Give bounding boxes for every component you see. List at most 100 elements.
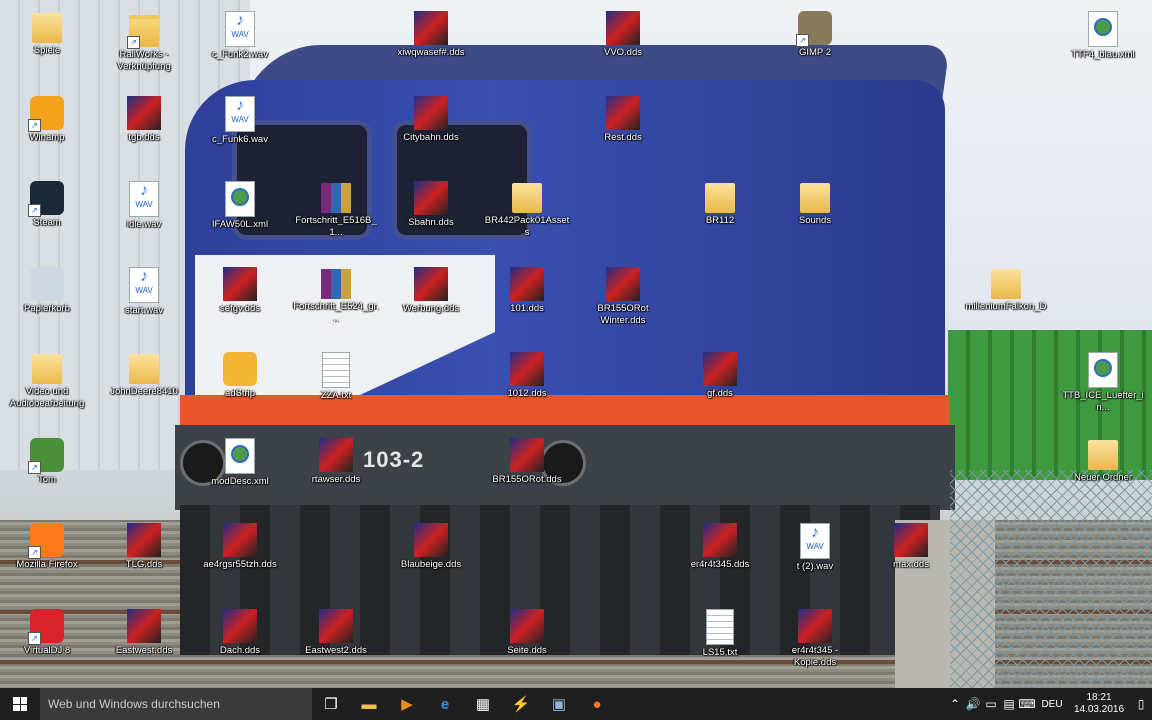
dds-file-icon — [319, 609, 353, 643]
desktop-icon-zza-txt[interactable]: ZZA.txt — [293, 346, 379, 430]
desktop-icon-t-2-wav[interactable]: ♪ WAV t (2).wav — [772, 517, 858, 601]
language-indicator[interactable]: DEU — [1036, 699, 1068, 710]
search-box[interactable]: Web und Windows durchsuchen — [40, 688, 312, 720]
desktop-icon-ttb-ice-luefter-in[interactable]: TTB_ICE_Luefter_in... — [1060, 346, 1146, 430]
folderdoc-file-icon — [32, 13, 62, 43]
desktop-icon-label: start.wav — [124, 305, 163, 316]
desktop-icon-br155orot-dds[interactable]: BR155ORot.dds — [484, 432, 570, 516]
media-player-icon[interactable]: ▶ — [388, 688, 426, 720]
edge-browser-icon[interactable]: e — [426, 688, 464, 720]
app-file-icon: ↗ — [28, 438, 64, 474]
desktop-icon-tom[interactable]: ↗ Tom — [4, 432, 90, 516]
desktop-icon-label: TTF4_blau.xml — [1071, 49, 1135, 60]
desktop-icon-papierkorb[interactable]: Papierkorb — [4, 261, 90, 345]
desktop-icon-label: Eastwest2.dds — [305, 645, 367, 656]
desktop-icon-fortschritt-e516b-1[interactable]: Fortschritt_E516B_1... — [293, 175, 379, 259]
volume-icon[interactable]: 🔊 — [964, 697, 982, 711]
start-button[interactable] — [0, 688, 40, 720]
desktop-icon-1012-dds[interactable]: 1012.dds — [484, 346, 570, 430]
desktop-icon-railworks-verkn-pfung[interactable]: ↗ RailWorks - Verknüpfung — [101, 5, 187, 89]
desktop-icon-werbung-dds[interactable]: Werbung.dds — [388, 261, 474, 345]
desktop-icon-mozilla-firefox[interactable]: ↗ Mozilla Firefox — [4, 517, 90, 601]
dds-file-icon — [127, 96, 161, 130]
message-icon[interactable]: ▤ — [1000, 697, 1018, 711]
desktop-icon-er4r4t345-kopie-dds[interactable]: er4r4t345 - Kopie.dds — [772, 603, 858, 687]
desktop-icon-c-funk2-wav[interactable]: ♪ WAV c_Funk2.wav — [197, 5, 283, 89]
desktop-icon-er4r4t345-dds[interactable]: er4r4t345.dds — [677, 517, 763, 601]
desktop-icon-ifaw50l-xml[interactable]: IFAW50L.xml — [197, 175, 283, 259]
desktop-icon-sefgv-dds[interactable]: sefgv.dds — [197, 261, 283, 345]
desktop-icon-fortschritt-e524-gr[interactable]: Fortschritt_E524_gr... — [293, 261, 379, 345]
app-file-icon — [223, 352, 257, 386]
desktop-icon-c-funk6-wav[interactable]: ♪ WAV c_Funk6.wav — [197, 90, 283, 174]
shortcut-arrow-icon: ↗ — [28, 632, 41, 645]
desktop-icon-steam[interactable]: ↗ Steam — [4, 175, 90, 259]
desktop-icon-ae4rgsr55tzh-dds[interactable]: ae4rgsr55tzh.dds — [197, 517, 283, 601]
desktop-icon-sounds[interactable]: Sounds — [772, 175, 858, 259]
wav-file-icon: ♪ WAV — [225, 96, 255, 132]
desktop-icon-dach-dds[interactable]: Dach.dds — [197, 603, 283, 687]
desktop-icon-br112[interactable]: BR112 — [677, 175, 763, 259]
desktop-icon-tlg-dds[interactable]: TLG.dds — [101, 517, 187, 601]
taskbar: Web und Windows durchsuchen ❐ ▬ ▶ e ▦ ⚡ … — [0, 688, 1152, 720]
desktop-icon-label: Winamp — [29, 132, 65, 143]
desktop-icon-seite-dds[interactable]: Seite.dds — [484, 603, 570, 687]
desktop-icon-label: Mozilla Firefox — [16, 559, 78, 570]
dds-file-icon — [223, 267, 257, 301]
desktop-icon-br155orot-winter-dds[interactable]: BR155ORot Winter.dds — [580, 261, 666, 345]
desktop-icon-tgb-dds[interactable]: tgb.dds — [101, 90, 187, 174]
network-icon[interactable]: ▭ — [982, 697, 1000, 711]
dds-file-icon — [510, 267, 544, 301]
desktop-icon-label: BR112 — [705, 215, 735, 226]
desktop-icon-xiwqwasef-dds[interactable]: xiwqwasef#.dds — [388, 5, 474, 89]
desktop-icon-gimp-2[interactable]: ↗ GIMP 2 — [772, 5, 858, 89]
photos-icon[interactable]: ▣ — [540, 688, 578, 720]
desktop-icon-neuer-ordner[interactable]: Neuer Ordner — [1060, 432, 1146, 516]
dds-file-icon — [703, 352, 737, 386]
desktop-icon-moddesc-xml[interactable]: modDesc.xml — [197, 432, 283, 516]
app-file-icon: ↗ — [28, 523, 64, 559]
desktop-icon-video-und-audiobearbeitung[interactable]: Video und Audiobearbeitung — [4, 346, 90, 430]
desktop-icon-idle-wav[interactable]: ♪ WAV idle.wav — [101, 175, 187, 259]
desktop-icon-label: c_Funk2.wav — [212, 49, 268, 60]
desktop-icon-winamp[interactable]: ↗ Winamp — [4, 90, 90, 174]
desktop-icon-sbahn-dds[interactable]: Sbahn.dds — [388, 175, 474, 259]
desktop-icon-rtawser-dds[interactable]: rtawser.dds — [293, 432, 379, 516]
desktop-icon-citybahn-dds[interactable]: Citybahn.dds — [388, 90, 474, 174]
clock[interactable]: 18:21 14.03.2016 — [1068, 692, 1130, 716]
desktop-icon-start-wav[interactable]: ♪ WAV start.wav — [101, 261, 187, 345]
file-explorer-icon[interactable]: ▬ — [350, 688, 388, 720]
desktop-icon-max-dds[interactable]: max.dds — [868, 517, 954, 601]
desktop-icon-blaubeige-dds[interactable]: Blaubeige.dds — [388, 517, 474, 601]
dds-file-icon — [414, 523, 448, 557]
desktop-icon-virtualdj-8[interactable]: ↗ VirtualDJ 8 — [4, 603, 90, 687]
task-view-icon[interactable]: ❐ — [312, 688, 350, 720]
action-center-icon[interactable]: ▯ — [1130, 697, 1152, 711]
desktop-icon-milleniumfalkon-d[interactable]: milleniumFalkon_D — [963, 261, 1049, 345]
desktop-icon-br442pack01assets[interactable]: BR442Pack01Assets — [484, 175, 570, 259]
desktop-icon-eastwest2-dds[interactable]: Eastwest2.dds — [293, 603, 379, 687]
dds-file-icon — [414, 11, 448, 45]
desktop-icon-ls15-txt[interactable]: LS15.txt — [677, 603, 763, 687]
desktop-icon-adstrip[interactable]: adStrip — [197, 346, 283, 430]
desktop-icon-eastwest-dds[interactable]: Eastwest.dds — [101, 603, 187, 687]
desktop-icon-rest-dds[interactable]: Rest.dds — [580, 90, 666, 174]
desktop-icon-vvo-dds[interactable]: VVO.dds — [580, 5, 666, 89]
desktop-icon-ttf4-blau-xml[interactable]: TTF4_blau.xml — [1060, 5, 1146, 89]
desktop-icon-johndeere8410[interactable]: JohnDeere8410 — [101, 346, 187, 430]
keyboard-icon[interactable]: ⌨ — [1018, 697, 1036, 711]
desktop-icon-label: VirtualDJ 8 — [23, 645, 71, 656]
desktop-icon-label: tgb.dds — [128, 132, 160, 143]
dds-file-icon — [510, 438, 544, 472]
desktop-icon-spiele[interactable]: Spiele — [4, 5, 90, 89]
desktop-icon-label: xiwqwasef#.dds — [397, 47, 465, 58]
dds-file-icon — [606, 96, 640, 130]
winamp-icon[interactable]: ⚡ — [502, 688, 540, 720]
desktop-icon-101-dds[interactable]: 101.dds — [484, 261, 570, 345]
store-icon[interactable]: ▦ — [464, 688, 502, 720]
firefox-icon[interactable]: ● — [578, 688, 616, 720]
desktop-icon-label: Video und Audiobearbeitung — [9, 386, 85, 409]
desktop-icon-gf-dds[interactable]: gf.dds — [677, 346, 763, 430]
txt-file-icon — [322, 352, 350, 388]
show-hidden-icons-icon[interactable]: ⌃ — [946, 697, 964, 711]
